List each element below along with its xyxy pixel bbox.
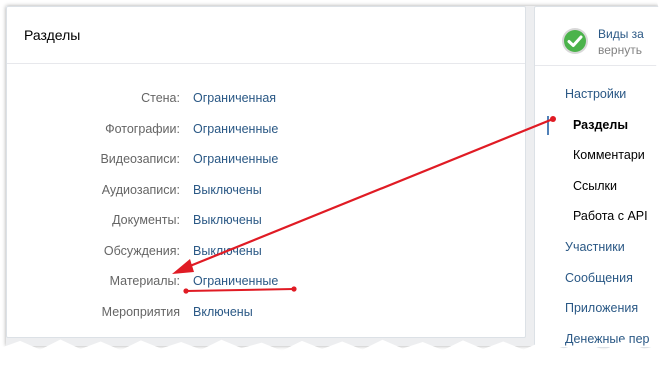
section-value-link[interactable]: Ограниченные (193, 144, 278, 175)
menu-item-apps[interactable]: Приложения (535, 293, 671, 324)
settings-menu: Настройки Разделы Комментари Ссылки Рабо… (535, 79, 671, 354)
sections-list: Стена: Ограниченная Фотографии: Ограниче… (7, 83, 525, 327)
section-label: Фотографии: (105, 121, 180, 136)
menu-item-members[interactable]: Участники (535, 232, 671, 263)
section-label: Видеозаписи: (100, 152, 180, 166)
menu-item-settings[interactable]: Настройки (535, 79, 671, 110)
section-label: Мероприятия (101, 304, 180, 319)
section-value-link[interactable]: Ограниченные (193, 114, 278, 145)
section-value-link[interactable]: Выключены (193, 236, 262, 267)
section-value-link[interactable]: Выключены (193, 175, 262, 206)
section-row-materials: Материалы: Ограниченные (7, 266, 525, 297)
section-value-link[interactable]: Ограниченные (193, 266, 278, 297)
screenshot-stage: Разделы Стена: Ограниченная Фотографии: … (0, 0, 671, 367)
notice-title[interactable]: Виды за (598, 26, 644, 42)
section-row-documents: Документы: Выключены (7, 205, 525, 236)
menu-item-comments[interactable]: Комментари (535, 140, 671, 171)
menu-item-sections[interactable]: Разделы (535, 110, 671, 141)
section-row-videos: Видеозаписи: Ограниченные (7, 144, 525, 175)
section-row-photos: Фотографии: Ограниченные (7, 114, 525, 145)
section-label: Аудиозаписи: (101, 182, 180, 197)
saved-notice: Виды за вернуть (535, 7, 671, 66)
settings-nav-panel: Виды за вернуть Настройки Разделы Коммен… (534, 6, 671, 348)
section-value-link[interactable]: Ограниченная (193, 83, 276, 114)
section-label: Обсуждения: (103, 243, 180, 258)
menu-item-messages[interactable]: Сообщения (535, 263, 671, 294)
notice-subtitle: вернуть (598, 43, 642, 57)
check-circle-icon (562, 28, 588, 54)
section-row-wall: Стена: Ограниченная (7, 83, 525, 114)
section-row-events: Мероприятия Включены (7, 297, 525, 328)
section-label: Документы: (112, 213, 180, 227)
sections-panel: Разделы Стена: Ограниченная Фотографии: … (6, 6, 526, 338)
section-label: Материалы: (109, 274, 180, 288)
section-row-audio: Аудиозаписи: Выключены (7, 175, 525, 206)
section-label: Стена: (141, 91, 180, 105)
menu-item-api[interactable]: Работа с API (535, 201, 671, 232)
section-row-discussions: Обсуждения: Выключены (7, 236, 525, 267)
sections-panel-title: Разделы (7, 7, 525, 64)
section-value-link[interactable]: Включены (193, 297, 253, 328)
menu-item-links[interactable]: Ссылки (535, 171, 671, 202)
saved-notice-text: Виды за вернуть (598, 26, 644, 58)
section-value-link[interactable]: Выключены (193, 205, 262, 236)
